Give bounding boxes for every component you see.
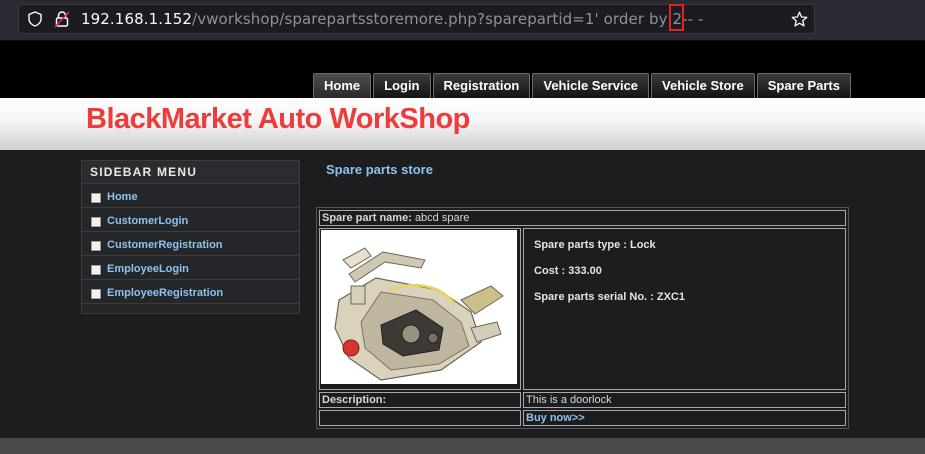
sidebar-heading: SIDEBAR MENU [82,161,299,184]
nav-registration[interactable]: Registration [432,73,531,98]
nav-home[interactable]: Home [313,73,372,98]
url-path-end: -- - [682,10,704,28]
insecure-lock-icon[interactable] [54,10,70,28]
main-nav: Home Login Registration Vehicle Service … [313,73,853,99]
url-highlighted-value: 2 [672,10,683,28]
bullet-icon [91,217,101,227]
part-name-label: Spare part name: [322,212,412,224]
sidebar-item-customer-registration[interactable]: CustomerRegistration [82,232,299,256]
sidebar-item-label: EmployeeLogin [107,263,189,275]
sidebar-item-employee-login[interactable]: EmployeeLogin [82,256,299,280]
product-info-cell: Spare parts type : Lock Cost : 333.00 Sp… [523,228,846,390]
part-name-cell: Spare part name: abcd spare [319,210,846,226]
nav-vehicle-store[interactable]: Vehicle Store [651,73,755,98]
sidebar-item-employee-registration[interactable]: EmployeeRegistration [82,280,299,304]
product-image-cell [319,228,521,390]
part-cost: Cost : 333.00 [534,265,602,277]
url-path: /vworkshop/sparepartsstoremore.php?spare… [192,10,673,28]
bullet-icon [91,241,101,251]
empty-cell [319,410,521,426]
part-name-value: abcd spare [414,212,470,224]
sidebar-item-customer-login[interactable]: CustomerLogin [82,208,299,232]
part-type: Spare parts type : Lock [534,239,656,251]
nav-login[interactable]: Login [373,73,431,98]
buy-now-link[interactable]: Buy now>> [526,412,585,424]
description-value: This is a doorlock [523,392,846,408]
doorlock-image [321,230,517,384]
buy-cell: Buy now>> [523,410,846,426]
bullet-icon [91,193,101,203]
sidebar-item-label: CustomerRegistration [107,239,223,251]
sidebar-item-label: Home [107,191,138,203]
product-image [321,230,517,384]
product-table: Spare part name: abcd spare Spare parts … [316,207,849,429]
site-banner: BlackMarket Auto WorkShop [0,98,925,150]
shield-icon[interactable] [27,11,43,27]
url-host: 192.168.1.152 [81,10,193,28]
bullet-icon [91,289,101,299]
sidebar-item-home[interactable]: Home [82,184,299,208]
nav-spare-parts[interactable]: Spare Parts [756,73,851,98]
address-bar[interactable]: 192.168.1.152/vworkshop/sparepartsstorem… [18,4,815,34]
description-label: Description: [319,392,521,408]
bullet-icon [91,265,101,275]
url-text[interactable]: 192.168.1.152/vworkshop/sparepartsstorem… [81,10,704,28]
nav-vehicle-service[interactable]: Vehicle Service [532,73,650,98]
browser-toolbar: 192.168.1.152/vworkshop/sparepartsstorem… [0,0,925,41]
page-title: Spare parts store [326,162,433,177]
sidebar-menu: SIDEBAR MENU Home CustomerLogin Customer… [81,160,300,314]
bottom-bar [0,438,925,454]
sidebar-item-label: EmployeeRegistration [107,287,224,299]
bookmark-star-icon[interactable] [791,11,808,28]
part-serial: Spare parts serial No. : ZXC1 [534,291,685,303]
site-title: BlackMarket Auto WorkShop [86,103,470,135]
sidebar-item-label: CustomerLogin [107,215,189,227]
